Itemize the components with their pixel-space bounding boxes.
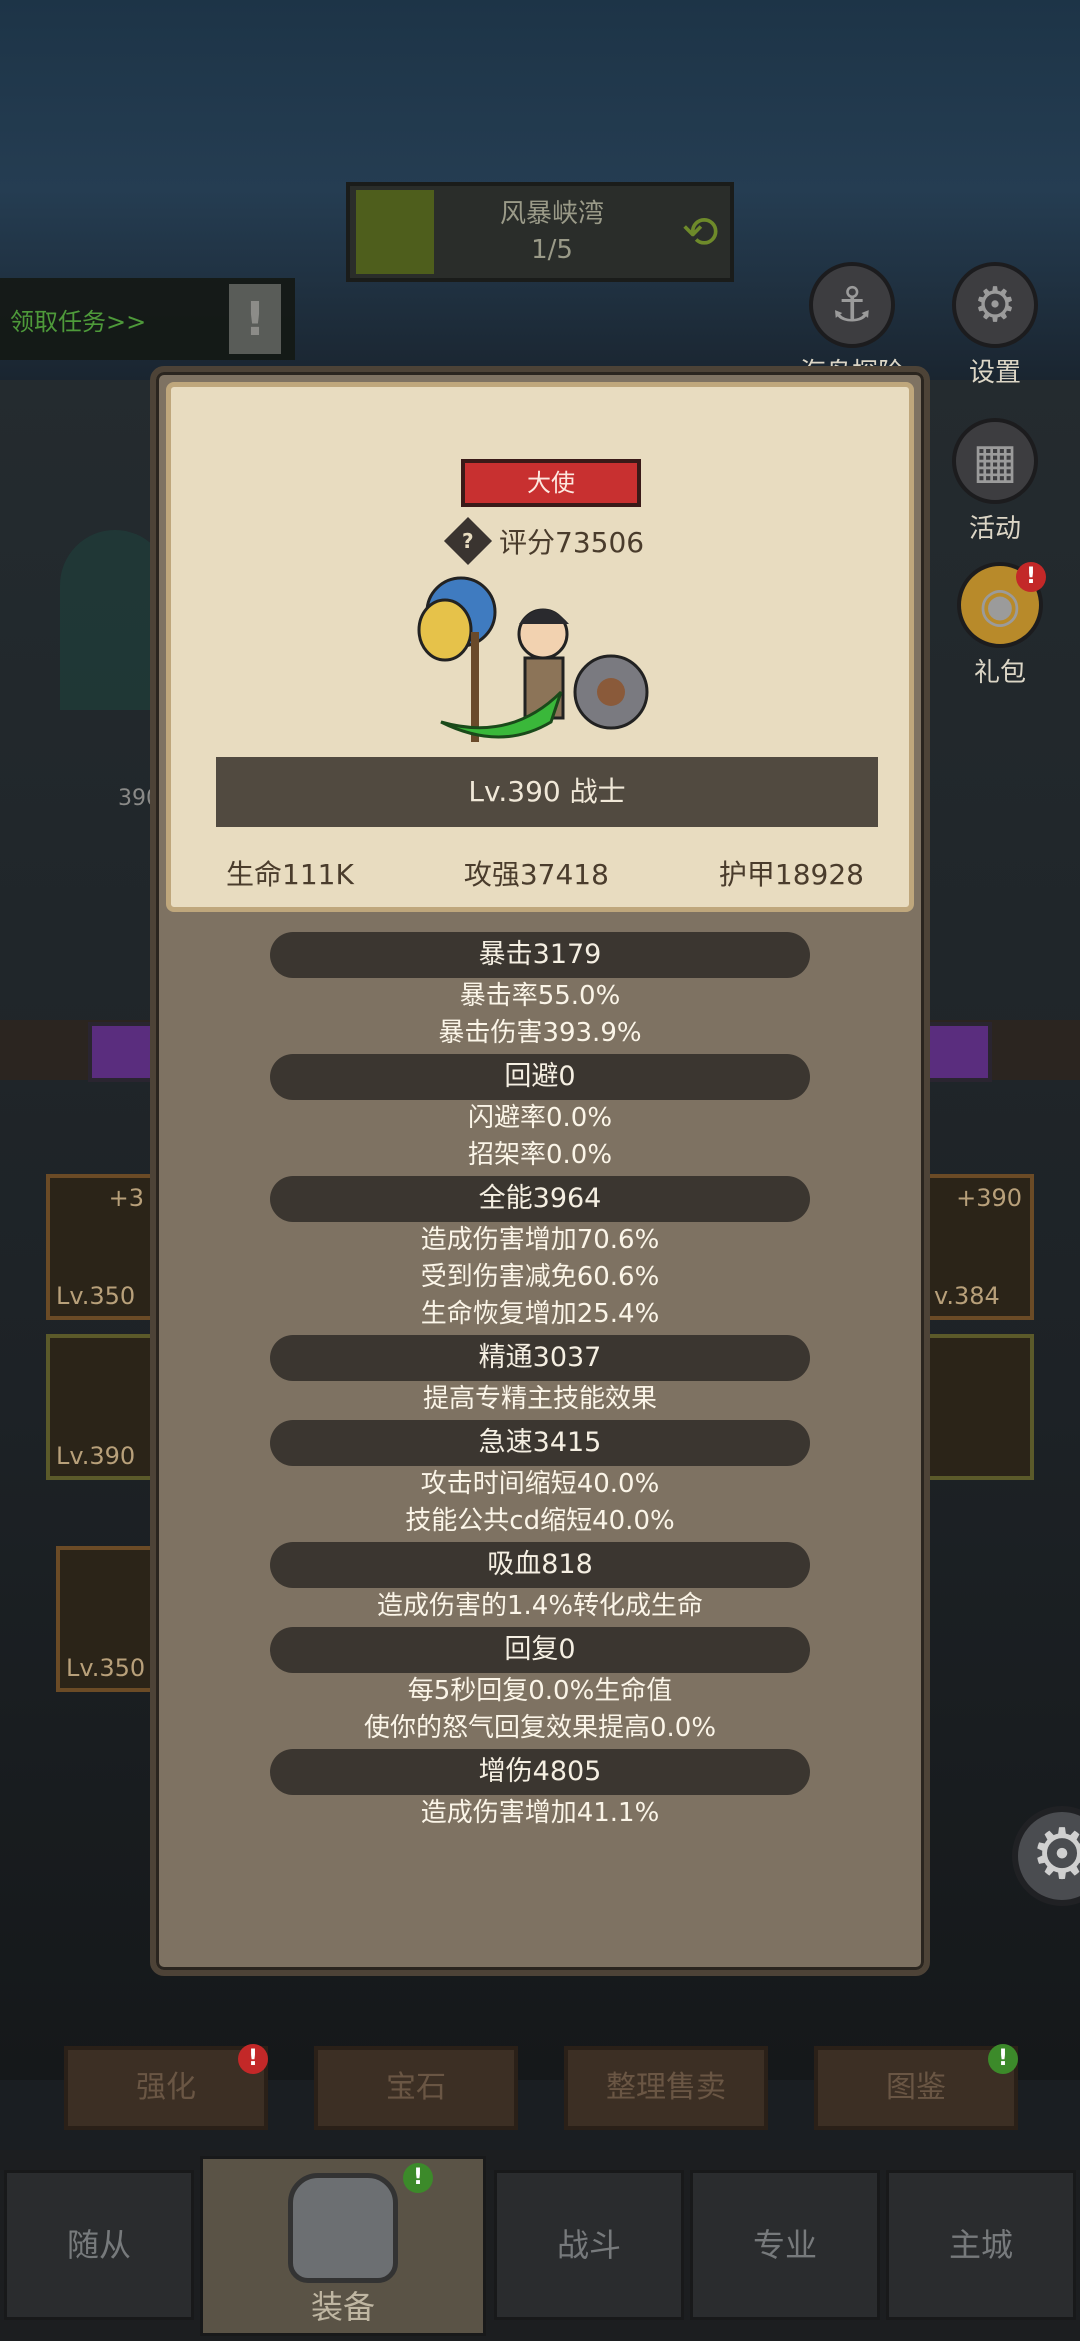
settings-label: 设置	[968, 358, 1021, 388]
bottom-tab-bar: 随从 装备 ! 战斗 专业 主城	[0, 2150, 1080, 2341]
quest-label[interactable]: 领取任务>>	[10, 302, 146, 337]
codex-badge: !	[988, 2044, 1018, 2074]
calendar-icon: ▦	[952, 418, 1038, 504]
base-stats: 生命111K 攻强37418 护甲18928	[171, 853, 919, 893]
enhance-badge: !	[238, 2044, 268, 2074]
hp-stat: 生命111K	[226, 858, 354, 891]
attr-header: 暴击3179	[270, 932, 810, 978]
attr-regen: 回复0 每5秒回复0.0%生命值 使你的怒气回复效果提高0.0%	[156, 1627, 924, 1747]
attack-stat: 攻强37418	[463, 858, 609, 891]
tab-main-city[interactable]: 主城	[886, 2170, 1076, 2320]
tab-profession[interactable]: 专业	[690, 2170, 880, 2320]
attr-haste: 急速3415 攻击时间缩短40.0% 技能公共cd缩短40.0%	[156, 1420, 924, 1540]
attr-header: 急速3415	[270, 1420, 810, 1466]
island-icon: ⚓	[809, 262, 895, 348]
attr-crit: 暴击3179 暴击率55.0% 暴击伤害393.9%	[156, 932, 924, 1052]
attr-header: 增伤4805	[270, 1749, 810, 1795]
attribute-list: 暴击3179 暴击率55.0% 暴击伤害393.9% 回避0 闪避率0.0% 招…	[156, 932, 924, 1834]
attr-header: 回避0	[270, 1054, 810, 1100]
quest-bar[interactable]: 领取任务>> !	[0, 278, 295, 360]
armor-stat: 护甲18928	[718, 858, 864, 891]
attr-leech: 吸血818 造成伤害的1.4%转化成生命	[156, 1542, 924, 1625]
refresh-icon[interactable]: ⟲	[670, 207, 730, 258]
stage-indicator[interactable]: 风暴峡湾 1/5 ⟲	[346, 182, 734, 282]
attr-header: 全能3964	[270, 1176, 810, 1222]
gear-icon: ⚙	[952, 262, 1038, 348]
enhance-button[interactable]: 强化 !	[64, 2044, 268, 2130]
tab-equipment[interactable]: 装备 !	[200, 2156, 486, 2336]
activity-button[interactable]: ▦ 活动	[952, 418, 1038, 545]
character-stats-panel: 大使 ? 评分73506 Lv.390 战士 生命111K 攻强37418 护甲…	[150, 366, 930, 1976]
stage-name: 风暴峡湾	[499, 199, 604, 229]
level-class-banner: Lv.390 战士	[216, 757, 878, 827]
attr-mastery: 精通3037 提高专精主技能效果	[156, 1335, 924, 1418]
sort-sell-button[interactable]: 整理售卖	[564, 2046, 768, 2130]
tab-followers[interactable]: 随从	[4, 2170, 194, 2320]
equip-slot[interactable]: +3 Lv.350	[46, 1174, 156, 1320]
score-row: ? 评分73506	[443, 516, 645, 566]
equip-slot[interactable]: Lv.390	[46, 1334, 156, 1480]
equip-slot[interactable]: +390 v.384	[924, 1174, 1034, 1320]
equip-slot[interactable]	[924, 1334, 1034, 1480]
codex-button[interactable]: 图鉴 !	[814, 2044, 1018, 2130]
attr-versatility: 全能3964 造成伤害增加70.6% 受到伤害减免60.6% 生命恢复增加25.…	[156, 1176, 924, 1333]
gift-label: 礼包	[973, 658, 1026, 688]
gem-button[interactable]: 宝石	[314, 2046, 518, 2130]
stage-progress: 1/5	[531, 235, 573, 265]
attr-header: 吸血818	[270, 1542, 810, 1588]
attr-avoidance: 回避0 闪避率0.0% 招架率0.0%	[156, 1054, 924, 1174]
tab-battle[interactable]: 战斗	[494, 2170, 684, 2320]
gift-badge: !	[1016, 562, 1046, 592]
activity-label: 活动	[968, 514, 1021, 544]
attr-header: 回复0	[270, 1627, 810, 1673]
score-value: 评分73506	[499, 526, 645, 559]
stage-flag-icon	[356, 190, 434, 274]
attr-header: 精通3037	[270, 1335, 810, 1381]
settings-button[interactable]: ⚙ 设置	[952, 262, 1038, 389]
tab-equipment-label: 装备	[310, 2288, 375, 2326]
exclamation-icon: !	[229, 284, 281, 354]
armor-icon	[288, 2173, 398, 2283]
help-icon[interactable]: ?	[443, 516, 493, 566]
hero-sprite	[417, 576, 649, 742]
gift-button[interactable]: ◉ 礼包 !	[952, 562, 1048, 689]
rank-badge: 大使	[461, 459, 641, 507]
character-card: 大使 ? 评分73506 Lv.390 战士 生命111K 攻强37418 护甲…	[166, 382, 914, 912]
equipment-badge: !	[403, 2163, 433, 2193]
attr-damage-increase: 增伤4805 造成伤害增加41.1%	[156, 1749, 924, 1832]
